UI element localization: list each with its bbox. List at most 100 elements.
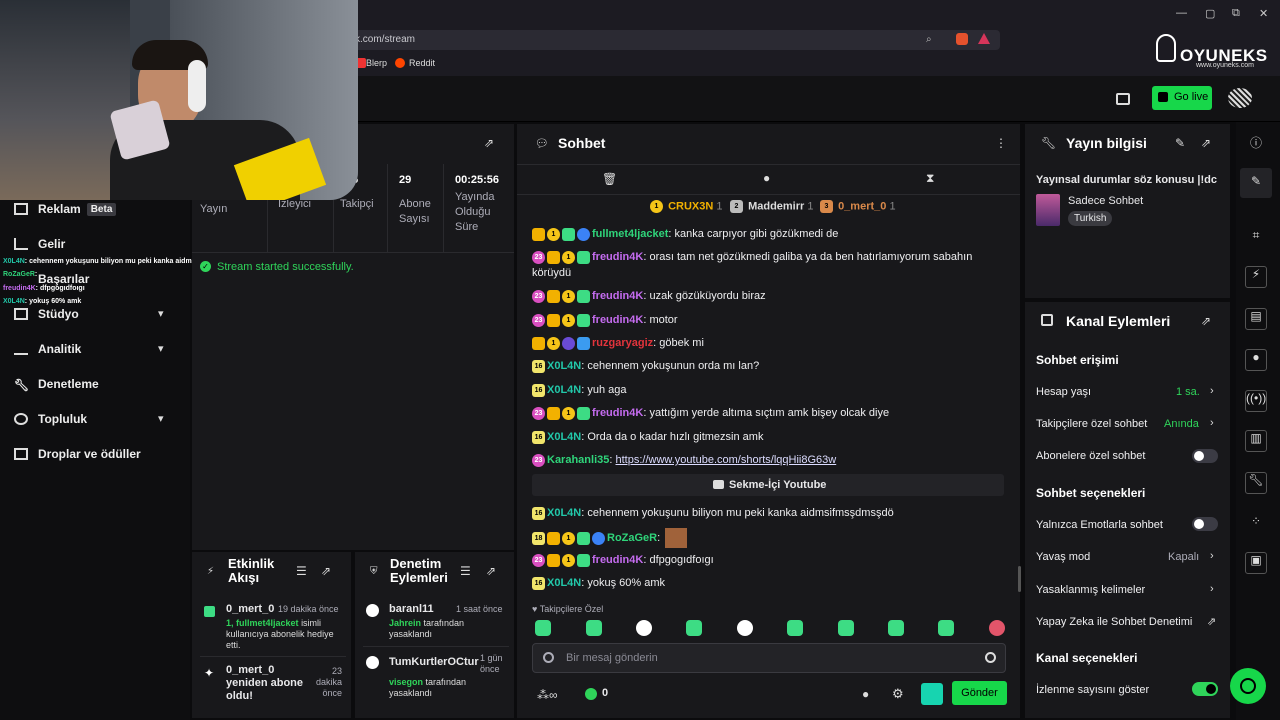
- minimize-button[interactable]: —: [1176, 7, 1187, 19]
- emote-only-label: Yalnızca Emotlarla sohbet: [1036, 519, 1163, 531]
- popout-icon[interactable]: ⇗: [321, 564, 331, 578]
- emote-icon[interactable]: [535, 620, 551, 636]
- gift-icon[interactable]: ▣: [1245, 552, 1267, 574]
- sidebar-item-label: Stüdyo: [38, 307, 79, 321]
- slow-mode-label: Yavaş mod: [1036, 551, 1091, 563]
- sidebar-item-label: Başarılar: [38, 272, 90, 286]
- emote-icon[interactable]: [989, 620, 1005, 636]
- sidebar-item-topluluk[interactable]: Topluluk: [14, 412, 87, 426]
- channel-actions-title: Kanal Eylemleri: [1066, 313, 1171, 329]
- sidebar-item-gelir[interactable]: Gelir: [14, 237, 65, 251]
- maximize-button[interactable]: ▢: [1205, 7, 1215, 20]
- bookmark-reddit[interactable]: Reddit: [409, 58, 435, 68]
- emote-icon[interactable]: [586, 620, 602, 636]
- shield-icon: [543, 652, 554, 663]
- filter-icon[interactable]: ☰: [296, 564, 307, 578]
- sidebar-item-label: Analitik: [38, 342, 82, 356]
- go-live-label: Go live: [1174, 91, 1209, 103]
- edit-icon[interactable]: ✎: [1175, 136, 1185, 150]
- emote-icon[interactable]: [787, 620, 803, 636]
- headset-icon: [1240, 678, 1256, 694]
- filter-icon[interactable]: ☰: [460, 564, 471, 578]
- sidebar-item-studyo[interactable]: Stüdyo: [14, 307, 79, 321]
- info-icon[interactable]: ⓘ: [1246, 134, 1266, 154]
- address-bar[interactable]: [340, 30, 1000, 50]
- chat-message: 23 1 freudin4K: dfpgogıdfoıgı: [532, 552, 1002, 568]
- overlay-chat-line: freudin4K: dfpgogıdfoıgı: [3, 285, 85, 292]
- chat-icon[interactable]: ●: [1245, 349, 1267, 371]
- brave-rewards-icon[interactable]: [978, 33, 990, 44]
- sidebar-item-reklam[interactable]: Reklam Beta: [14, 202, 117, 216]
- bookmark-blerp[interactable]: Blerp: [366, 58, 387, 68]
- sidebar-item-droplar[interactable]: Droplar ve ödüller: [14, 447, 141, 461]
- dots-icon[interactable]: ⁘: [1246, 514, 1266, 534]
- sidebar-item-denetleme[interactable]: 🔧︎ Denetleme: [14, 377, 99, 392]
- banned-words-label[interactable]: Yasaklanmış kelimeler: [1036, 584, 1145, 596]
- chat-icon[interactable]: ●: [763, 171, 770, 185]
- sidebar-item-analitik[interactable]: Analitik: [14, 342, 81, 356]
- send-button[interactable]: Gönder: [952, 681, 1007, 705]
- chevron-right-icon[interactable]: ›: [1210, 550, 1214, 562]
- popout-icon[interactable]: ⇗: [1201, 314, 1211, 328]
- broadcast-icon[interactable]: ((•)): [1245, 390, 1267, 412]
- tag-chip[interactable]: Turkish: [1068, 211, 1113, 226]
- external-link-icon[interactable]: ⇗: [1207, 615, 1216, 628]
- moderation-time: 1 gün önce: [480, 653, 503, 674]
- chevron-down-icon[interactable]: ▾: [158, 307, 164, 320]
- ban-icon: [366, 656, 379, 669]
- kick-bot-icon[interactable]: [921, 683, 943, 705]
- rank-2-icon: 2: [730, 200, 743, 213]
- kebab-menu-icon[interactable]: ⋮: [995, 136, 1007, 150]
- account-age-label: Hesap yaşı: [1036, 386, 1092, 398]
- emote-icon[interactable]: [838, 620, 854, 636]
- hourglass-icon[interactable]: ⧗: [926, 171, 934, 186]
- chat-scrollbar[interactable]: [1018, 566, 1021, 592]
- emote-icon[interactable]: [737, 620, 753, 636]
- subs-chat-toggle[interactable]: [1192, 449, 1218, 463]
- clip-icon[interactable]: ⌗: [1246, 228, 1266, 248]
- edit-icon[interactable]: ✎: [1246, 174, 1266, 194]
- popout-icon[interactable]: ⇗: [486, 564, 496, 578]
- ban-icon: [366, 604, 379, 617]
- maximize-button-2[interactable]: ⧉: [1232, 7, 1240, 20]
- popout-icon[interactable]: ⇗: [1201, 136, 1211, 150]
- chevron-down-icon[interactable]: ▾: [158, 342, 164, 355]
- document-icon[interactable]: ▤: [1245, 308, 1267, 330]
- chevron-right-icon[interactable]: ›: [1210, 385, 1214, 397]
- close-window-button[interactable]: ✕: [1259, 7, 1268, 20]
- category-name[interactable]: Sadece Sohbet: [1068, 195, 1143, 207]
- avatar[interactable]: [1228, 88, 1252, 108]
- slow-mode-value[interactable]: Kapalı: [1168, 551, 1199, 563]
- chevron-right-icon[interactable]: ›: [1210, 583, 1214, 595]
- emoji-icon[interactable]: [985, 652, 996, 663]
- wrench-icon[interactable]: 🔧︎: [1245, 472, 1267, 494]
- emote-icon[interactable]: [938, 620, 954, 636]
- popout-icon[interactable]: ⇗: [484, 136, 494, 150]
- zoom-icon[interactable]: ⌕: [926, 34, 932, 45]
- followers-chat-value[interactable]: Anında: [1164, 418, 1199, 430]
- brave-shield-icon[interactable]: [956, 33, 968, 45]
- chevron-down-icon[interactable]: ▾: [158, 412, 164, 425]
- webcam-overlay: [0, 0, 358, 200]
- account-age-value[interactable]: 1 sa.: [1176, 386, 1200, 398]
- emote-icon[interactable]: [888, 620, 904, 636]
- moderation-user: TumKurtlerOCtur: [389, 656, 479, 668]
- go-live-button[interactable]: Go live: [1152, 86, 1212, 110]
- lightning-icon[interactable]: ⚡︎: [1245, 266, 1267, 288]
- youtube-link[interactable]: https://www.youtube.com/shorts/lqqHii8G6…: [616, 454, 837, 466]
- users-icon[interactable]: ⁂∞: [537, 688, 558, 702]
- emote-only-toggle[interactable]: [1192, 517, 1218, 531]
- ai-moderation-label[interactable]: Yapay Zeka ile Sohbet Denetimi: [1036, 616, 1192, 628]
- layout-icon[interactable]: ▥: [1245, 430, 1267, 452]
- activity-detail: 1, fullmet4ljacket isimli kullanıcıya ab…: [226, 618, 334, 650]
- chat-settings-bubble-icon[interactable]: ●: [862, 687, 869, 701]
- overlay-chat-line: X0L4N: yokuş 60% amk: [3, 298, 82, 305]
- trash-icon[interactable]: 🗑︎: [602, 172, 617, 186]
- category-thumbnail[interactable]: [1036, 194, 1060, 226]
- gear-icon[interactable]: ⚙︎: [892, 686, 904, 702]
- emote-icon[interactable]: [636, 620, 652, 636]
- chevron-right-icon[interactable]: ›: [1210, 417, 1214, 429]
- emote-icon[interactable]: [686, 620, 702, 636]
- tv-icon[interactable]: [1116, 93, 1130, 105]
- viewer-count-toggle[interactable]: [1192, 682, 1218, 696]
